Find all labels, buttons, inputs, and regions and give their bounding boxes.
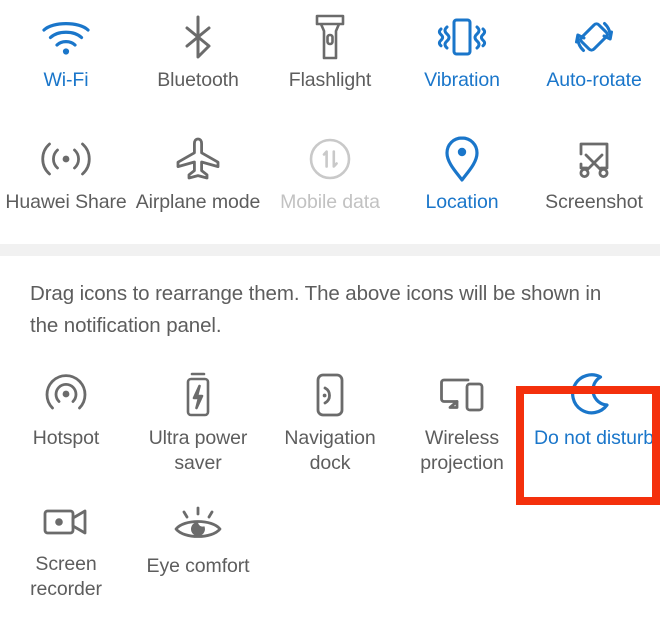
shortcut-tile-label: Wireless projection (420, 427, 504, 474)
quick-tile-label: Wi-Fi (43, 69, 89, 91)
shortcut-tile-label: Ultra power saver (148, 427, 248, 474)
quick-tile-mobile-data[interactable]: Mobile data (264, 122, 396, 244)
shortcut-tile-label: Screen recorder (30, 553, 102, 600)
shortcut-tile-hotspot[interactable]: Hotspot (0, 356, 132, 484)
navigation-dock-icon (312, 364, 348, 426)
vibration-icon (436, 6, 488, 68)
screenshot-icon (570, 128, 618, 190)
wireless-projection-icon (437, 364, 487, 426)
shortcut-tile-wireless-projection[interactable]: Wireless projection (396, 356, 528, 484)
huawei-share-icon (41, 128, 91, 190)
quick-tile-vibration[interactable]: Vibration (396, 0, 528, 122)
shortcut-tile-screen-recorder[interactable]: Screen recorder (0, 484, 132, 602)
quick-tile-huawei-share[interactable]: Huawei Share (0, 122, 132, 244)
flashlight-icon (313, 6, 347, 68)
section-separator (0, 244, 660, 256)
shortcut-tile-empty-1 (264, 484, 396, 602)
quick-tile-screenshot[interactable]: Screenshot (528, 122, 660, 244)
quick-tile-label: Huawei Share (5, 191, 127, 213)
screen-recorder-icon (40, 492, 92, 552)
hotspot-icon (42, 364, 90, 426)
quick-tile-label: Screenshot (545, 191, 643, 213)
shortcut-tile-label: Hotspot (32, 427, 100, 449)
wifi-icon (41, 6, 91, 68)
shortcut-tile-eye-comfort[interactable]: Eye comfort (132, 484, 264, 602)
shortcut-tile-label: Do not disturb (534, 427, 654, 449)
quick-tile-label: Bluetooth (157, 69, 239, 91)
airplane-icon (174, 128, 222, 190)
shortcut-tile-navigation-dock[interactable]: Navigation dock (264, 356, 396, 484)
shortcut-tile-do-not-disturb[interactable]: Do not disturb (528, 356, 660, 484)
shortcut-tile-label: Navigation dock (284, 427, 376, 474)
shortcut-tile-ultra-power-saver[interactable]: Ultra power saver (132, 356, 264, 484)
quick-tile-label: Mobile data (280, 191, 380, 213)
quick-tile-label: Flashlight (288, 69, 372, 91)
drag-hint-text: Drag icons to rearrange them. The above … (30, 282, 602, 337)
quick-tile-auto-rotate[interactable]: Auto-rotate (528, 0, 660, 122)
quick-settings-row-1: Wi-Fi Bluetooth Flashlight Vibration Aut… (0, 0, 660, 122)
ultra-power-saver-icon (181, 364, 215, 426)
quick-tile-label: Auto-rotate (546, 69, 642, 91)
quick-tile-flashlight[interactable]: Flashlight (264, 0, 396, 122)
available-shortcuts-panel: Hotspot Ultra power saver Navigation doc… (0, 356, 660, 602)
quick-settings-row-2: Huawei Share Airplane mode Mobile data L… (0, 122, 660, 244)
eye-comfort-icon (171, 492, 225, 554)
quick-tile-wifi[interactable]: Wi-Fi (0, 0, 132, 122)
auto-rotate-icon (570, 6, 618, 68)
shortcut-tile-empty-2 (396, 484, 528, 602)
quick-tile-airplane-mode[interactable]: Airplane mode (132, 122, 264, 244)
shortcut-tile-label: Eye comfort (146, 555, 250, 577)
mobile-data-icon (307, 128, 353, 190)
location-pin-icon (442, 128, 482, 190)
available-shortcuts-row-2: Screen recorder Eye comfort (0, 484, 660, 602)
shortcut-tile-empty-3 (528, 484, 660, 602)
quick-tile-label: Location (425, 191, 499, 213)
available-shortcuts-row-1: Hotspot Ultra power saver Navigation doc… (0, 356, 660, 484)
quick-tile-location[interactable]: Location (396, 122, 528, 244)
moon-icon (571, 364, 617, 426)
bluetooth-icon (181, 6, 215, 68)
quick-settings-active-panel: Wi-Fi Bluetooth Flashlight Vibration Aut… (0, 0, 660, 244)
quick-tile-bluetooth[interactable]: Bluetooth (132, 0, 264, 122)
quick-tile-label: Vibration (424, 69, 500, 91)
quick-tile-label: Airplane mode (135, 191, 261, 213)
